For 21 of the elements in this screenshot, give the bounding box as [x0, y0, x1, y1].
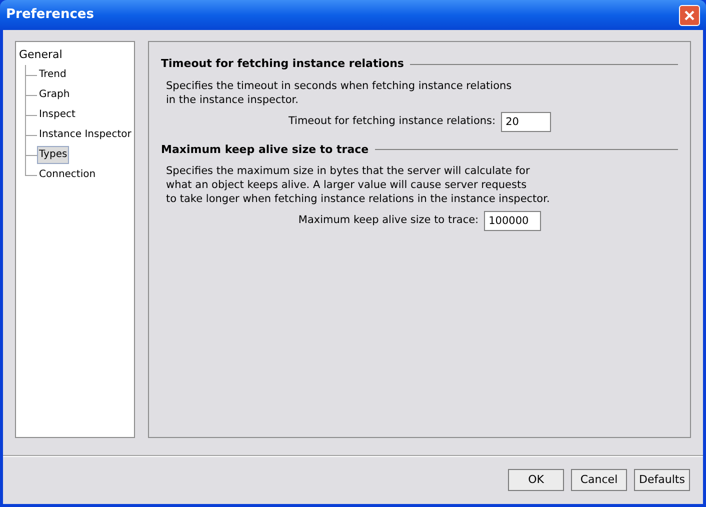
close-button[interactable]: [679, 4, 700, 26]
section-heading: Maximum keep alive size to trace: [161, 142, 369, 158]
dialog-button[interactable]: Cancel: [571, 469, 627, 491]
section-heading: Timeout for fetching instance relations: [161, 56, 404, 72]
tree-item[interactable]: Graph: [37, 86, 72, 104]
input-field[interactable]: 20: [500, 112, 551, 132]
tree-item[interactable]: Connection: [37, 166, 98, 184]
input-field[interactable]: 100000: [484, 211, 541, 231]
section-description: Specifies the timeout in seconds when fetching instance relations in the instance inspector.: [166, 78, 513, 106]
tree-item[interactable]: Inspect: [37, 106, 78, 124]
close-icon: [684, 10, 695, 20]
tree-item[interactable]: Instance Inspector: [37, 126, 134, 144]
field-label: Timeout for fetching instance relations:: [288, 114, 496, 129]
window-title: Preferences: [6, 6, 94, 24]
tree-item[interactable]: Trend: [37, 66, 68, 84]
tree-item[interactable]: General: [18, 45, 134, 65]
dialog-button[interactable]: Defaults: [634, 469, 690, 491]
field-label: Maximum keep alive size to trace:: [298, 213, 479, 228]
dialog-button[interactable]: OK: [508, 469, 564, 491]
section-description: Specifies the maximum size in bytes that the server will calculate for what an object keeps alive. A larger value will cause server requests to take longer when fetching instance relations in the instance inspector.: [166, 164, 551, 206]
tree-item[interactable]: Types: [37, 146, 70, 164]
